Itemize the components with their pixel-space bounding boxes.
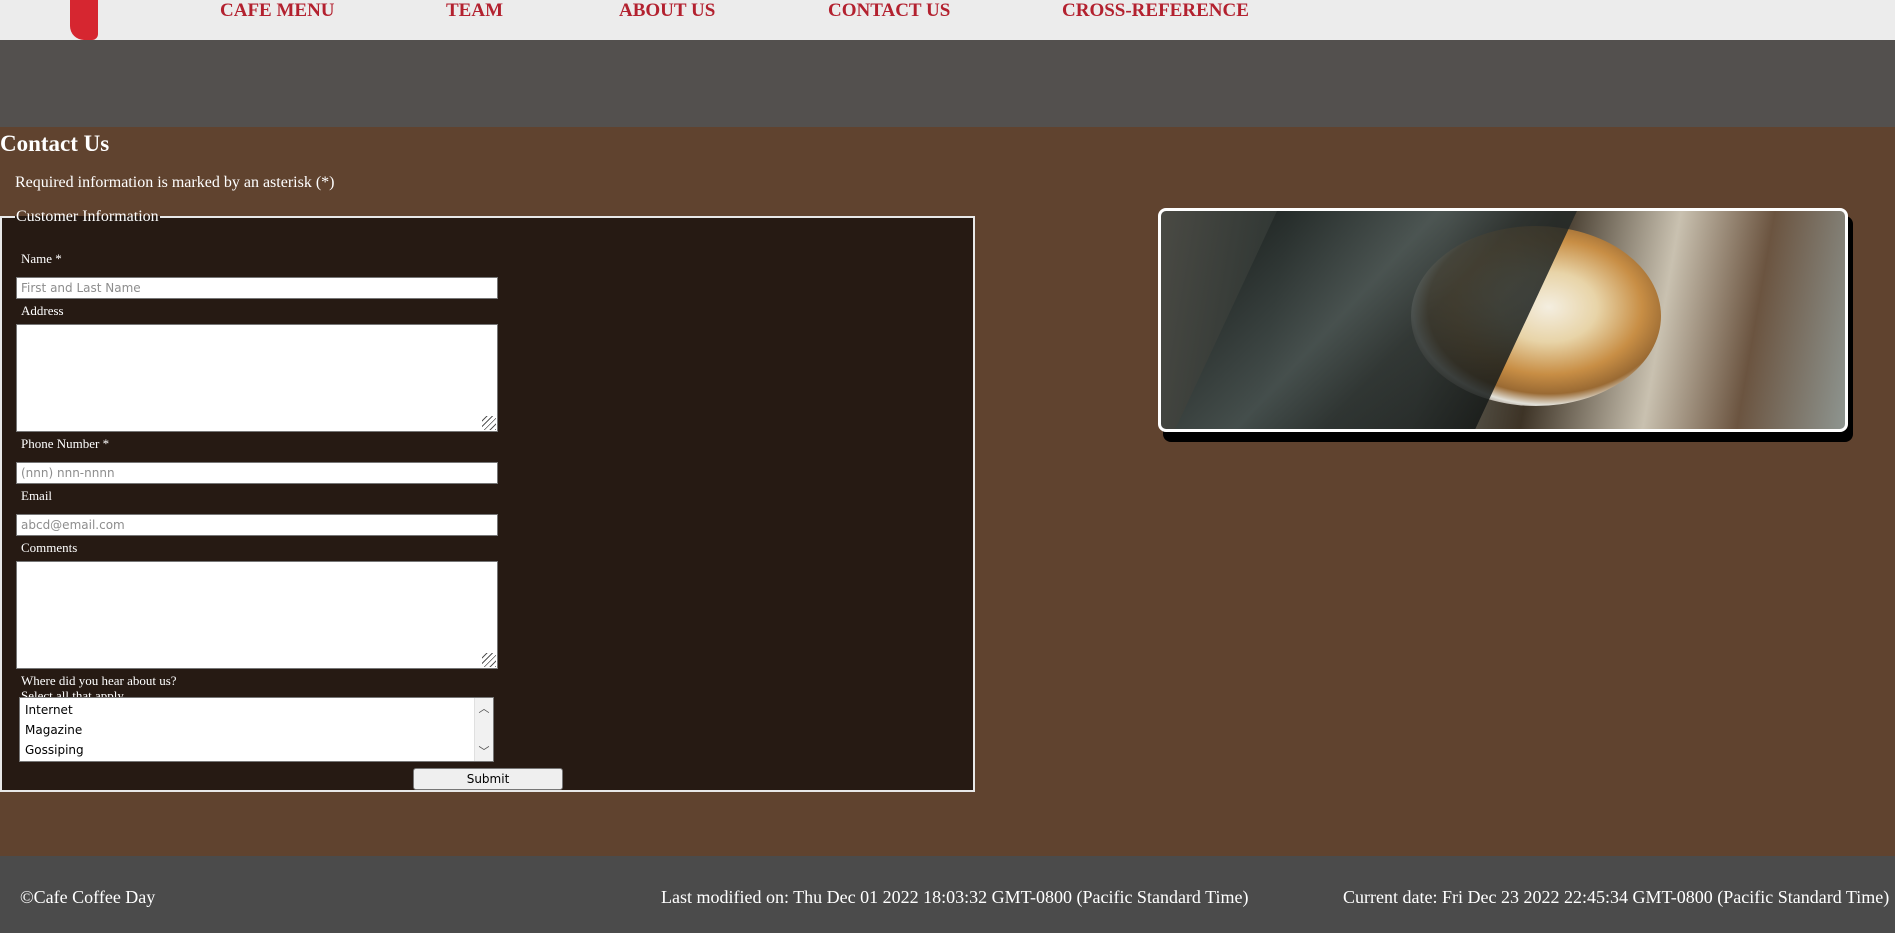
last-modified-text: Last modified on: Thu Dec 01 2022 18:03:… — [661, 887, 1249, 907]
option-gossiping[interactable]: Gossiping — [25, 742, 84, 758]
email-label: Email — [21, 488, 53, 503]
name-input[interactable]: First and Last Name — [16, 277, 498, 299]
scroll-down-icon[interactable]: ﹀ — [475, 743, 493, 759]
submit-button[interactable]: Submit — [413, 768, 563, 790]
comments-textarea[interactable] — [16, 561, 498, 669]
name-label: Name * — [21, 251, 62, 266]
required-note: Required information is marked by an ast… — [15, 174, 335, 191]
listbox-scrollbar[interactable]: ︿ ﹀ — [474, 698, 493, 761]
email-input[interactable]: abcd@email.com — [16, 514, 498, 536]
phone-input[interactable]: (nnn) nnn-nnnn — [16, 462, 498, 484]
nav-team[interactable]: TEAM — [446, 0, 503, 22]
footer: ©Cafe Coffee Day Last modified on: Thu D… — [0, 856, 1895, 933]
scroll-up-icon[interactable]: ︿ — [475, 700, 493, 716]
phone-label: Phone Number * — [21, 436, 110, 451]
cafe-coffee-day-logo[interactable] — [70, 0, 98, 40]
option-magazine[interactable]: Magazine — [25, 722, 82, 738]
hear-about-select[interactable]: Internet Magazine Gossiping ︿ ﹀ — [19, 697, 494, 762]
comments-label: Comments — [21, 540, 78, 555]
nav-about-us[interactable]: ABOUT US — [619, 0, 715, 22]
header-banner — [0, 40, 1895, 127]
page-title: Contact Us — [0, 131, 110, 156]
fieldset-legend: Customer Information — [16, 208, 159, 225]
latte-art-photo — [1158, 208, 1848, 432]
resize-handle-icon[interactable] — [482, 653, 496, 667]
current-date-text: Current date: Fri Dec 23 2022 22:45:34 G… — [1343, 887, 1890, 907]
address-textarea[interactable] — [16, 324, 498, 432]
option-internet[interactable]: Internet — [25, 702, 73, 718]
resize-handle-icon[interactable] — [482, 416, 496, 430]
hear-about-label: Where did you hear about us? — [21, 673, 177, 688]
address-label: Address — [21, 303, 64, 318]
nav-cafe-menu[interactable]: CAFE MENU — [220, 0, 335, 22]
nav-contact-us[interactable]: CONTACT US — [828, 0, 950, 22]
top-navbar: CAFE MENU TEAM ABOUT US CONTACT US CROSS… — [0, 0, 1895, 40]
nav-cross-reference[interactable]: CROSS-REFERENCE — [1062, 0, 1249, 22]
copyright-text: ©Cafe Coffee Day — [20, 887, 156, 907]
